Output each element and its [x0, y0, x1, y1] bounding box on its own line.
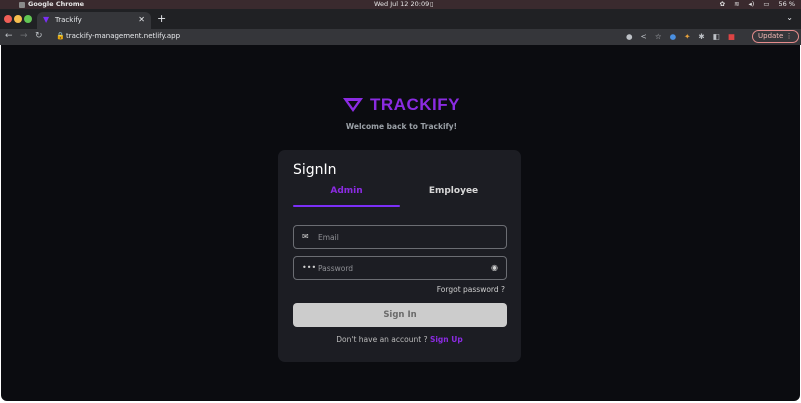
close-tab-icon[interactable]: ✕	[138, 15, 145, 24]
google-icon[interactable]: ●	[626, 32, 633, 41]
update-button[interactable]: Update ⋮	[752, 30, 799, 43]
password-field[interactable]: ••• ◉	[293, 256, 507, 280]
wifi-icon[interactable]: ≋	[734, 0, 739, 9]
signin-button[interactable]: Sign In	[293, 303, 507, 327]
browser-tab-title: Trackify	[55, 16, 82, 24]
window-maximize-button[interactable]	[24, 15, 32, 23]
web-page: TRACKIFY Welcome back to Trackify! SignI…	[1, 45, 800, 401]
trackify-favicon-icon: ▼	[43, 15, 50, 24]
bookmark-star-icon[interactable]: ☆	[655, 32, 662, 41]
browser-tab-trackify[interactable]: ▼ Trackify ✕	[37, 12, 151, 29]
trackify-logo-icon	[343, 98, 363, 112]
browser-tab-bar: ▼ Trackify ✕ + ⌄	[0, 9, 801, 29]
volume-icon[interactable]: ◂)	[749, 0, 755, 9]
password-input[interactable]	[318, 261, 488, 275]
signup-row: Don't have an account ? Sign Up	[278, 335, 521, 344]
brand-logo: TRACKIFY	[342, 95, 460, 115]
battery-icon[interactable]: ▭	[763, 0, 769, 9]
share-icon[interactable]: <	[641, 32, 647, 41]
signup-prompt: Don't have an account ?	[336, 335, 430, 344]
extension-icons: ● < ☆ ● ✦ ✱ ◧ ■	[626, 32, 735, 41]
extension-orange-icon[interactable]: ✦	[684, 32, 690, 41]
bell-icon[interactable]: ▯	[430, 0, 434, 9]
window-close-button[interactable]	[4, 15, 12, 23]
os-clock[interactable]: Wed Jul 12 20:09	[374, 0, 429, 9]
os-app-name[interactable]: Google Chrome	[28, 0, 84, 9]
active-tab-indicator	[293, 205, 400, 207]
window-minimize-button[interactable]	[14, 15, 22, 23]
welcome-text: Welcome back to Trackify!	[345, 122, 458, 131]
signin-title: SignIn	[293, 162, 337, 178]
url-text[interactable]: trackify-management.netlify.app	[66, 32, 180, 40]
profile-avatar-icon[interactable]: ■	[728, 32, 735, 41]
update-label: Update	[758, 32, 784, 40]
puzzle-icon[interactable]: ✱	[698, 32, 704, 41]
forgot-password-link[interactable]: Forgot password ?	[437, 285, 505, 294]
address-bar[interactable]: 🔒 trackify-management.netlify.app	[52, 31, 622, 43]
screen: Google Chrome Wed Jul 12 20:09 ▯ ✿ ≋ ◂) …	[0, 0, 801, 403]
browser-toolbar: ← → ↻ 🔒 trackify-management.netlify.app …	[0, 29, 801, 45]
email-field[interactable]: ✉	[293, 225, 507, 249]
brand-name: TRACKIFY	[370, 95, 460, 114]
tab-employee[interactable]: Employee	[400, 186, 507, 196]
signin-card: SignIn Admin Employee ✉ ••• ◉ Forgot pas…	[278, 150, 521, 362]
password-dots-icon: •••	[302, 263, 317, 272]
mail-icon: ✉	[302, 232, 309, 241]
hide-password-icon[interactable]: ◉	[491, 264, 498, 272]
forward-icon[interactable]: →	[20, 31, 28, 41]
tab-admin[interactable]: Admin	[293, 186, 400, 196]
reload-icon[interactable]: ↻	[35, 31, 43, 41]
app-icon	[19, 1, 25, 8]
tab-search-chevron-icon[interactable]: ⌄	[786, 13, 793, 22]
new-tab-button[interactable]: +	[157, 12, 166, 25]
os-status-area: ✿ ≋ ◂) ▭ 56 %	[720, 0, 795, 9]
role-tabs: Admin Employee	[293, 186, 507, 208]
lock-icon[interactable]: 🔒	[56, 32, 65, 40]
os-menu-bar: Google Chrome Wed Jul 12 20:09 ▯ ✿ ≋ ◂) …	[0, 0, 801, 9]
email-input[interactable]	[318, 230, 488, 244]
settings-icon[interactable]: ✿	[720, 0, 725, 9]
signup-link[interactable]: Sign Up	[430, 335, 463, 344]
extension-blue-icon[interactable]: ●	[670, 32, 677, 41]
side-panel-icon[interactable]: ◧	[713, 32, 720, 41]
back-icon[interactable]: ←	[5, 31, 13, 41]
battery-level: 56 %	[778, 0, 795, 8]
